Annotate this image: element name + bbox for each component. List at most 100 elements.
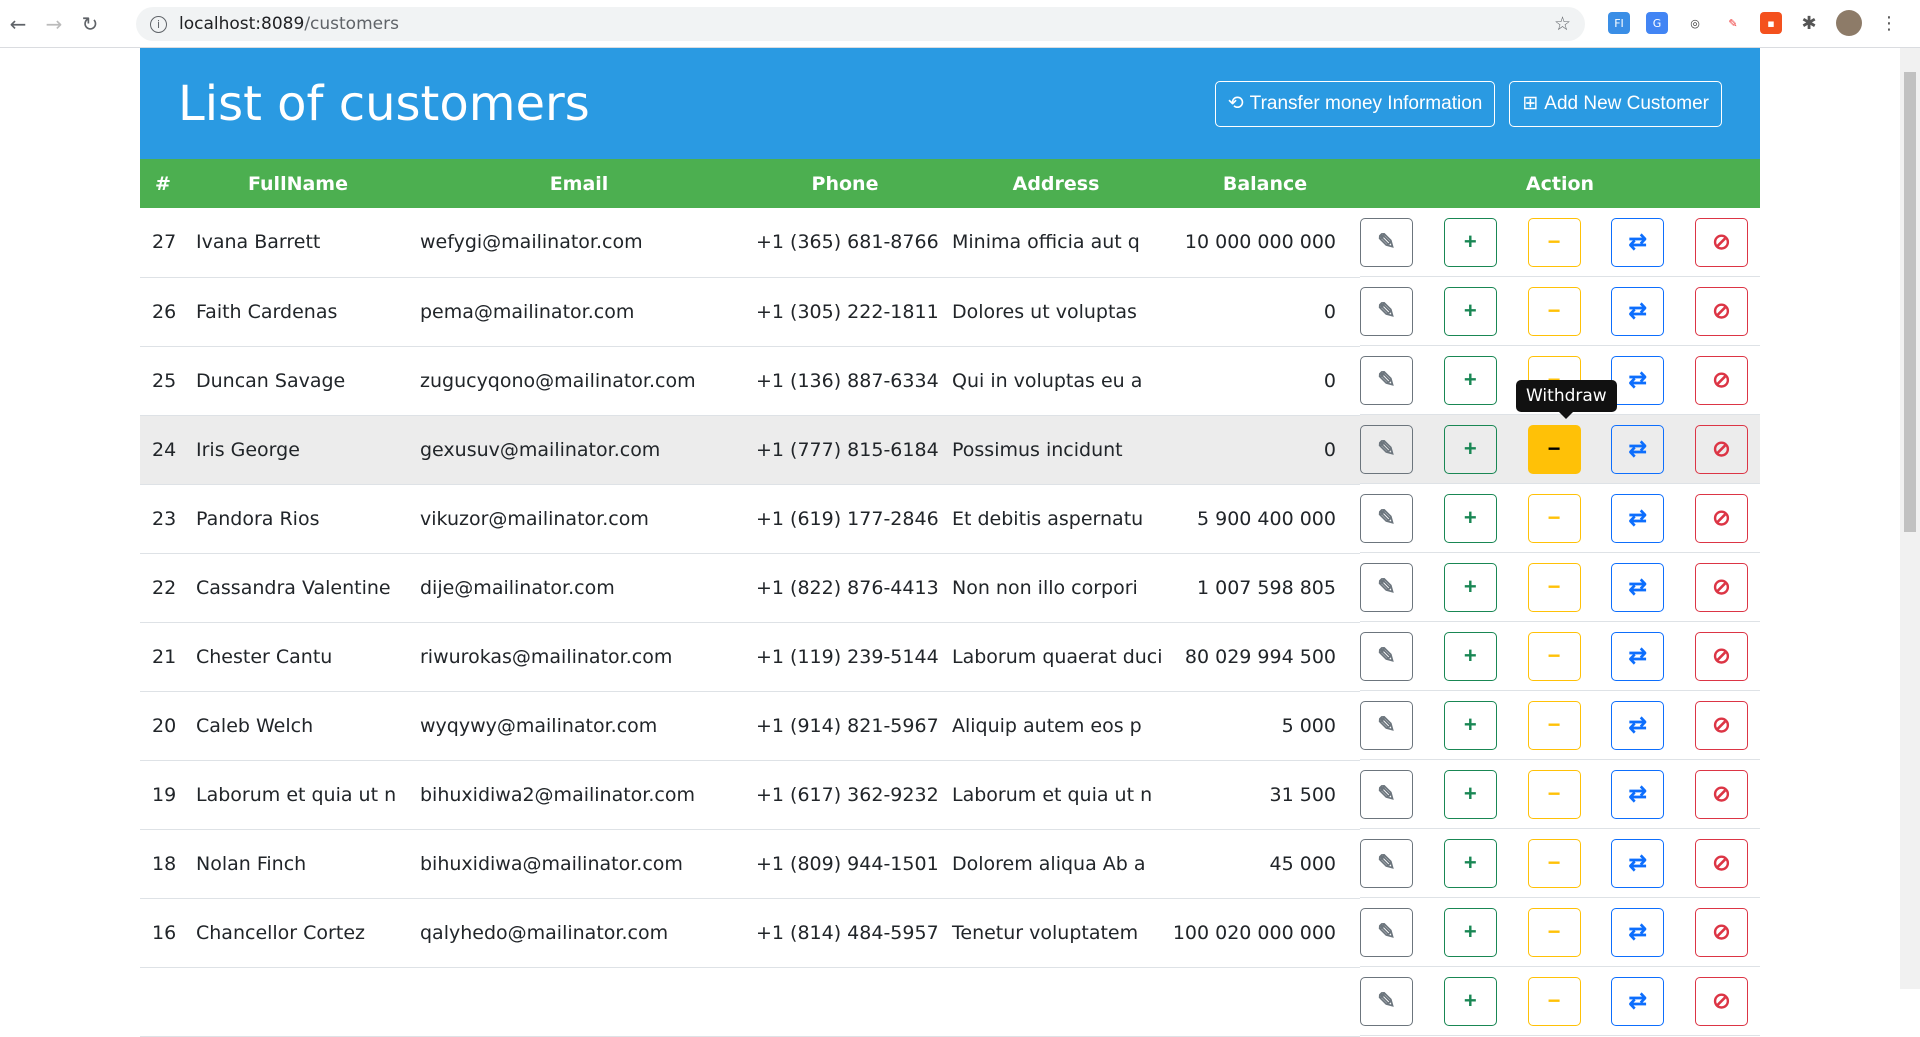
withdraw-button[interactable]: − [1527,286,1581,336]
withdraw-button[interactable]: − [1527,424,1581,474]
add-customer-button[interactable]: ⊞ Add New Customer [1509,80,1722,127]
transfer-button[interactable]: ⇄ [1611,355,1665,405]
deposit-button[interactable]: + [1443,217,1497,267]
transfer-info-button[interactable]: ⟲ Transfer money Information [1214,80,1496,127]
withdraw-button[interactable]: − [1527,631,1581,681]
edit-button[interactable]: ✎ [1360,907,1413,957]
deposit-button[interactable]: + [1443,976,1497,1026]
deposit-button[interactable]: + [1443,631,1497,681]
customer-name: Ivana Barrett [186,208,410,278]
info-icon[interactable]: i [150,15,167,33]
transfer-button[interactable]: ⇄ [1611,769,1665,819]
edit-button[interactable]: ✎ [1360,562,1413,612]
transfer-button[interactable]: ⇄ [1611,700,1665,750]
suspend-button[interactable]: ⊘ [1695,907,1748,957]
suspend-button[interactable]: ⊘ [1695,562,1748,612]
transfer-button[interactable]: ⇄ [1611,631,1665,681]
customer-address: Dolores ut voluptas [942,277,1170,347]
withdraw-button[interactable]: − [1527,976,1581,1026]
address-bar[interactable]: i localhost:8089/customers ☆ [136,7,1585,41]
edit-button[interactable]: ✎ [1360,700,1413,750]
deposit-button[interactable]: + [1443,907,1497,957]
suspend-button[interactable]: ⊘ [1695,838,1748,888]
customer-balance: 45 000 [1170,829,1360,899]
suspend-button[interactable]: ⊘ [1695,769,1748,819]
transfer-arrows-icon: ⇄ [1628,298,1647,323]
reload-icon[interactable]: ↻ [72,12,108,36]
edit-button[interactable]: ✎ [1360,424,1413,474]
suspend-button[interactable]: ⊘ [1695,286,1748,336]
menu-icon[interactable]: ⋮ [1878,12,1900,34]
deposit-button[interactable]: + [1443,355,1497,405]
customer-balance: 0 [1170,346,1360,416]
table-row: 24 Iris George gexusuv@mailinator.com +1 (7… [140,415,1760,485]
bookmark-star-icon[interactable]: ☆ [1554,13,1571,35]
transfer-arrows-icon: ⇄ [1628,643,1647,668]
table-row: 26 Faith Cardenas pema@mailinator.com +1 (3… [140,277,1760,347]
edit-button[interactable]: ✎ [1360,838,1413,888]
transfer-button[interactable]: ⇄ [1611,976,1665,1026]
withdraw-button[interactable]: − [1527,769,1581,819]
deposit-button[interactable]: + [1443,769,1497,819]
withdraw-button[interactable]: − [1527,562,1581,612]
transfer-arrows-icon: ⇄ [1628,367,1647,392]
transfer-button[interactable]: ⇄ [1611,286,1665,336]
suspend-button[interactable]: ⊘ [1695,355,1748,405]
withdraw-button[interactable]: − [1527,493,1581,543]
customer-address: Laborum quaerat duci [942,622,1170,692]
customers-table: # FullName Email Phone Address Balance A… [140,159,1760,1037]
suspend-button[interactable]: ⊘ [1695,631,1748,681]
forward-icon[interactable]: → [36,12,72,36]
withdraw-button[interactable]: − [1527,700,1581,750]
edit-button[interactable]: ✎ [1360,286,1413,336]
deposit-button[interactable]: + [1443,424,1497,474]
back-icon[interactable]: ← [0,12,36,36]
deposit-button[interactable]: + [1443,700,1497,750]
extension-icon[interactable]: ▪ [1760,12,1782,34]
plus-icon: + [1463,988,1477,1013]
transfer-arrows-icon: ⇄ [1628,850,1647,875]
puzzle-icon[interactable]: ✱ [1798,12,1820,34]
transfer-button[interactable]: ⇄ [1611,562,1665,612]
edit-button[interactable]: ✎ [1360,631,1413,681]
extension-icon[interactable]: ◎ [1684,12,1706,34]
scrollbar[interactable] [1900,48,1920,989]
translate-extension-icon[interactable]: G [1646,12,1668,34]
deposit-button[interactable]: + [1443,493,1497,543]
action-cell: ✎ + − ⇄ ⊘ [1360,553,1760,622]
scrollbar-thumb[interactable] [1904,72,1916,532]
suspend-button[interactable]: ⊘ [1695,217,1748,267]
avatar[interactable] [1836,10,1862,36]
suspend-button[interactable]: ⊘ [1695,493,1748,543]
transfer-button[interactable]: ⇄ [1611,493,1665,543]
extension-icon[interactable]: ✎ [1722,12,1744,34]
transfer-button[interactable]: ⇄ [1611,217,1665,267]
edit-button[interactable]: ✎ [1360,976,1413,1026]
deposit-button[interactable]: + [1443,562,1497,612]
customer-id: 27 [140,208,186,278]
customer-id: 25 [140,346,186,416]
edit-button[interactable]: ✎ [1360,217,1413,267]
deposit-button[interactable]: + [1443,838,1497,888]
suspend-button[interactable]: ⊘ [1695,424,1748,474]
transfer-arrows-icon: ⇄ [1628,574,1647,599]
edit-button[interactable]: ✎ [1360,493,1413,543]
customer-name: Cassandra Valentine [186,553,410,623]
withdraw-button[interactable]: − [1527,838,1581,888]
transfer-button[interactable]: ⇄ [1611,907,1665,957]
edit-button[interactable]: ✎ [1360,355,1413,405]
transfer-button[interactable]: ⇄ [1611,424,1665,474]
suspend-button[interactable]: ⊘ [1695,976,1748,1026]
customer-name: Chancellor Cortez [186,898,410,968]
customer-phone: +1 (777) 815-6184 [748,415,942,485]
extension-icon[interactable]: FI [1608,12,1630,34]
withdraw-button[interactable]: − [1527,907,1581,957]
history-icon: ⟲ [1227,93,1244,114]
withdraw-button[interactable]: − [1527,217,1581,267]
customer-id: 20 [140,691,186,761]
deposit-button[interactable]: + [1443,286,1497,336]
edit-button[interactable]: ✎ [1360,769,1413,819]
transfer-button[interactable]: ⇄ [1611,838,1665,888]
plus-icon: + [1463,298,1477,323]
suspend-button[interactable]: ⊘ [1695,700,1748,750]
